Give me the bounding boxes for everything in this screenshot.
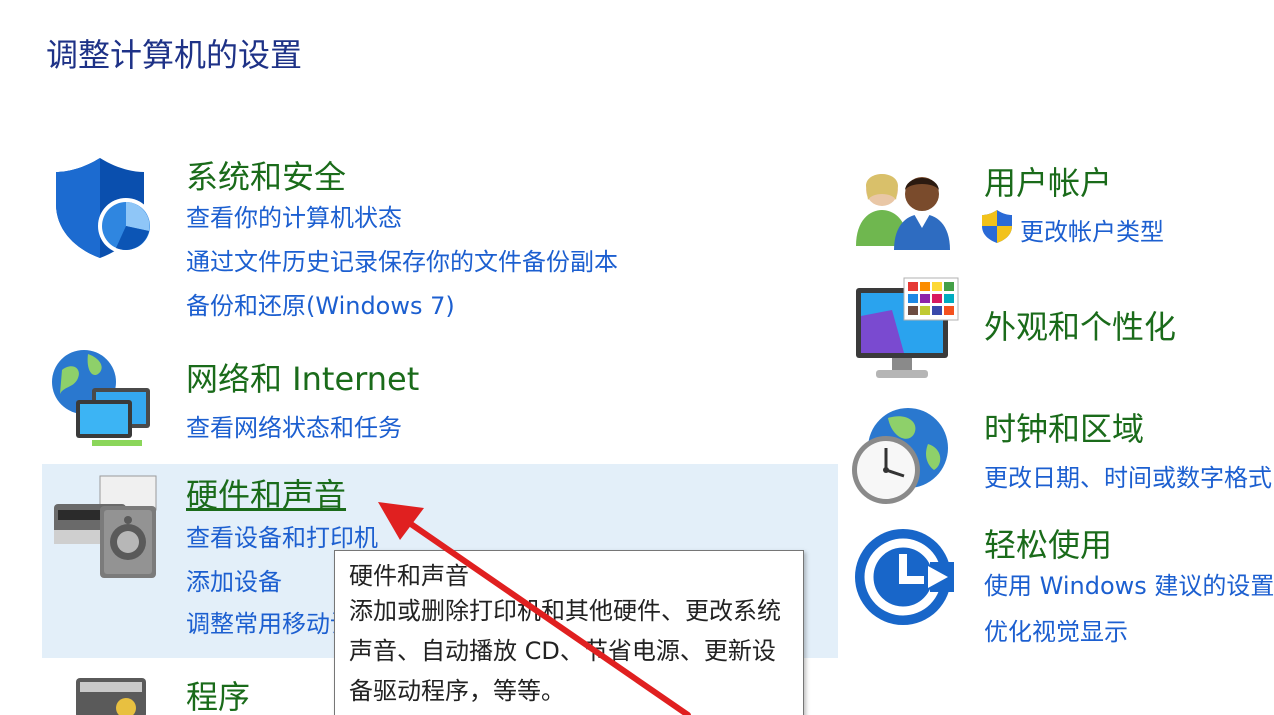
category-network-internet[interactable]: 网络和 Internet xyxy=(186,354,419,400)
link-view-computer-status[interactable]: 查看你的计算机状态 xyxy=(186,198,402,233)
clock-globe-icon[interactable] xyxy=(848,404,952,508)
category-ease-of-access[interactable]: 轻松使用 xyxy=(984,520,1112,566)
uac-shield-icon xyxy=(982,210,1012,243)
link-file-history-backup[interactable]: 通过文件历史记录保存你的文件备份副本 xyxy=(186,242,618,277)
shield-icon[interactable] xyxy=(50,152,160,262)
category-clock-region[interactable]: 时钟和区域 xyxy=(984,404,1144,450)
category-hardware-sound[interactable]: 硬件和声音 xyxy=(186,470,346,516)
category-appearance[interactable]: 外观和个性化 xyxy=(984,302,1176,348)
users-icon[interactable] xyxy=(852,166,958,250)
network-globe-icon[interactable] xyxy=(48,348,160,452)
ease-of-access-icon[interactable] xyxy=(852,526,954,628)
tooltip-title: 硬件和声音 xyxy=(349,562,469,590)
page-title: 调整计算机的设置 xyxy=(46,36,303,74)
link-view-network-status[interactable]: 查看网络状态和任务 xyxy=(186,408,402,443)
tooltip-description: 添加或删除打印机和其他硬件、更改系统声音、自动播放 CD、节省电源、更新设备驱动… xyxy=(349,597,781,705)
programs-icon[interactable] xyxy=(56,672,156,715)
link-change-date-time-format[interactable]: 更改日期、时间或数字格式 xyxy=(984,458,1272,493)
link-change-account-type[interactable]: 更改帐户类型 xyxy=(1020,212,1164,247)
category-system-security[interactable]: 系统和安全 xyxy=(186,152,346,198)
printer-speaker-icon[interactable] xyxy=(48,470,160,580)
link-add-device[interactable]: 添加设备 xyxy=(186,562,282,597)
link-optimize-visual-display[interactable]: 优化视觉显示 xyxy=(984,612,1128,647)
monitor-palette-icon[interactable] xyxy=(852,276,960,384)
category-user-accounts[interactable]: 用户帐户 xyxy=(984,158,1112,204)
link-recommended-settings[interactable]: 使用 Windows 建议的设置 xyxy=(984,566,1274,601)
link-backup-restore[interactable]: 备份和还原(Windows 7) xyxy=(186,286,455,321)
hardware-sound-tooltip: 硬件和声音 添加或删除打印机和其他硬件、更改系统声音、自动播放 CD、节省电源、… xyxy=(334,550,804,715)
link-view-devices-printers[interactable]: 查看设备和打印机 xyxy=(186,518,378,553)
category-programs[interactable]: 程序 xyxy=(186,672,250,715)
